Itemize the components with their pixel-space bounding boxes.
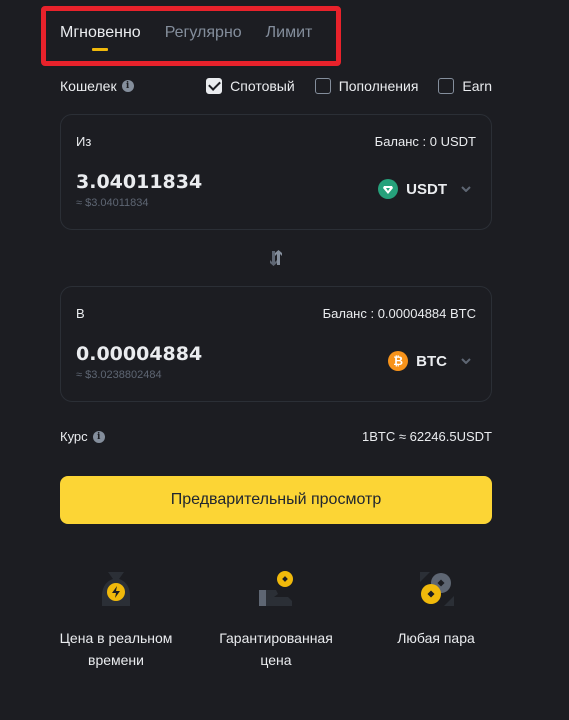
to-card: В Баланс : 0.00004884 BTC 0.00004884 ≈ $… [60, 286, 492, 402]
swap-button[interactable] [266, 248, 286, 268]
from-coin-name: USDT [406, 180, 447, 198]
from-card: Из Баланс : 0 USDT 3.04011834 ≈ $3.04011… [60, 114, 492, 230]
bitcoin-icon: ₿ [388, 351, 409, 371]
wallet-label-group: Кошелек i [60, 78, 134, 94]
from-label: Из [76, 134, 92, 149]
to-coin-selector[interactable]: ₿ BTC [388, 351, 473, 371]
mode-tabs: Мгновенно Регулярно Лимит [60, 22, 312, 44]
tab-limit[interactable]: Лимит [266, 22, 313, 44]
wallet-options: Спотовый Пополнения Earn [206, 78, 492, 94]
feature-text: Гарантированная цена [219, 630, 333, 668]
from-coin-selector[interactable]: USDT [378, 179, 473, 199]
chevron-down-icon [459, 354, 473, 368]
hand-coin-icon [254, 566, 298, 610]
checkbox-funding[interactable] [314, 78, 331, 94]
feature-realtime-price: Цена в реальном времени [46, 566, 186, 671]
feature-text: Любая пара [397, 630, 475, 646]
rate-value: 1BTC ≈ 62246.5USDT [362, 429, 492, 444]
feature-text: Цена в реальном времени [59, 630, 173, 668]
to-amount-input[interactable]: 0.00004884 [76, 343, 202, 365]
from-balance: Баланс : 0 USDT [374, 134, 476, 149]
to-approx-value: ≈ $3.0238802484 [76, 369, 162, 381]
to-coin-name: BTC [416, 352, 447, 370]
rate-label: Курс [60, 429, 88, 444]
checkbox-earn[interactable] [438, 78, 455, 94]
info-icon[interactable]: i [121, 80, 134, 92]
wallet-option-spot[interactable]: Спотовый [206, 78, 295, 94]
checkbox-spot[interactable] [206, 78, 223, 94]
tether-icon [378, 179, 399, 199]
wallet-option-spot-label: Спотовый [230, 78, 295, 94]
feature-any-pair: Любая пара [366, 566, 506, 649]
to-balance: Баланс : 0.00004884 BTC [322, 306, 476, 321]
rate-row: Курс i 1BTC ≈ 62246.5USDT [60, 429, 492, 444]
to-label: В [76, 306, 85, 321]
wallet-option-funding-label: Пополнения [338, 78, 419, 94]
tab-recurring[interactable]: Регулярно [165, 22, 242, 44]
wallet-option-earn-label: Earn [462, 78, 492, 94]
feature-guaranteed-price: Гарантированная цена [206, 566, 346, 671]
preview-button[interactable]: Предварительный просмотр [60, 476, 492, 524]
wallet-option-funding[interactable]: Пополнения [314, 78, 419, 94]
wallet-row: Кошелек i Спотовый Пополнения Earn [60, 76, 492, 96]
wallet-option-earn[interactable]: Earn [438, 78, 492, 94]
from-approx-value: ≈ $3.04011834 [76, 197, 149, 209]
wallet-label: Кошелек [60, 78, 117, 94]
coins-pair-icon [414, 566, 458, 610]
chevron-down-icon [459, 182, 473, 196]
swap-arrows-icon [270, 250, 282, 266]
tab-instant[interactable]: Мгновенно [60, 22, 141, 44]
lightning-bag-icon [94, 566, 138, 610]
info-icon[interactable]: i [92, 430, 105, 443]
from-amount-input[interactable]: 3.04011834 [76, 171, 202, 193]
